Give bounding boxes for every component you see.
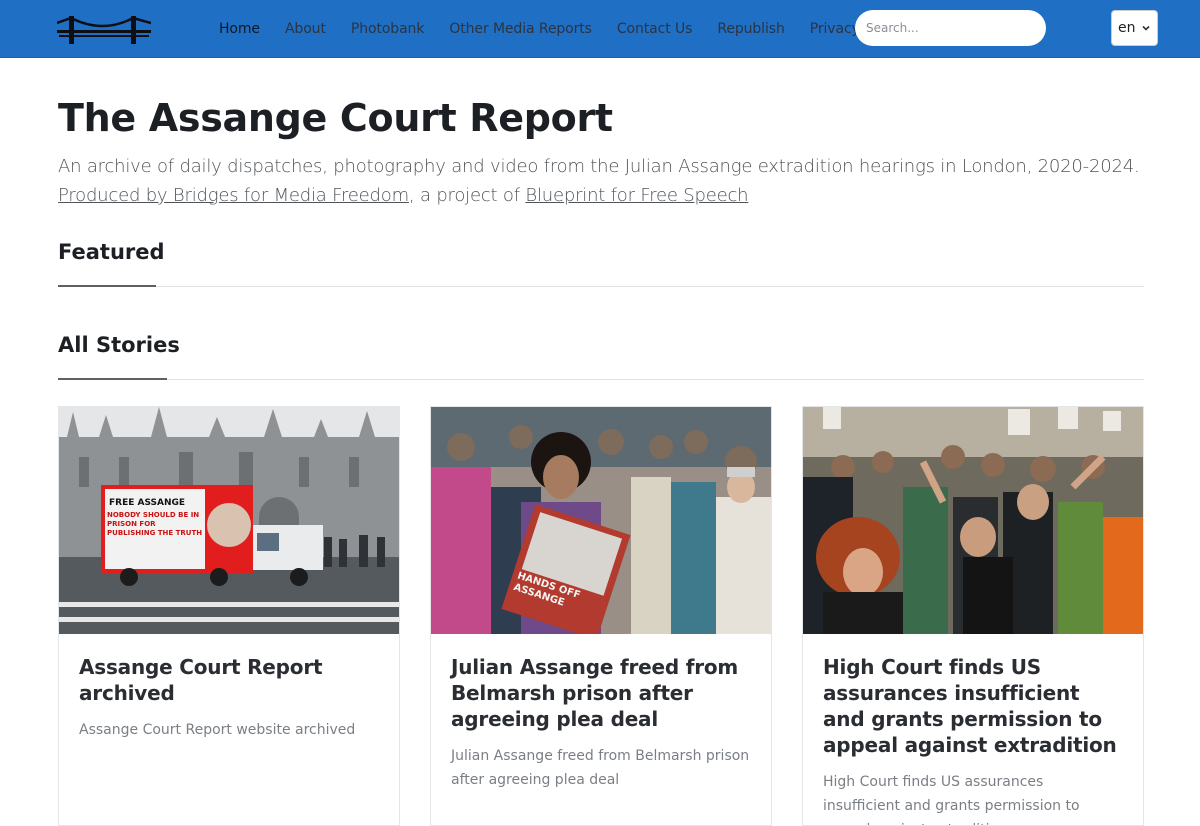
navbar: Home About Photobank Other Media Reports…: [0, 0, 1200, 58]
language-select[interactable]: en: [1111, 10, 1158, 46]
story-title[interactable]: Assange Court Report archived: [79, 654, 379, 706]
nav-link-photobank[interactable]: Photobank: [351, 21, 425, 37]
story-card[interactable]: FREE ASSANGE NOBODY SHOULD BE IN PRISON …: [58, 406, 400, 826]
story-card[interactable]: HANDS OFF ASSANGE Julian Assange freed f…: [430, 406, 772, 826]
story-excerpt: Julian Assange freed from Belmarsh priso…: [451, 748, 750, 788]
language-value: en: [1118, 20, 1136, 36]
story-card-body: High Court finds US assurances insuffici…: [803, 634, 1143, 825]
nav-link-contact-us[interactable]: Contact Us: [617, 21, 693, 37]
story-title[interactable]: Julian Assange freed from Belmarsh priso…: [451, 654, 751, 732]
blueprint-link[interactable]: Blueprint for Free Speech: [525, 185, 748, 206]
nav-link-other-media-reports[interactable]: Other Media Reports: [449, 21, 592, 37]
story-image-celebrating-crowd[interactable]: [803, 407, 1143, 634]
nav-link-about[interactable]: About: [285, 21, 326, 37]
chevron-down-icon: [1141, 25, 1150, 31]
nav-link-home[interactable]: Home: [219, 21, 260, 37]
all-stories-divider: [58, 379, 1144, 380]
bridge-logo-icon[interactable]: [57, 14, 151, 46]
lead-text: An archive of daily dispatches, photogra…: [58, 156, 1140, 177]
main-nav: Home About Photobank Other Media Reports…: [219, 0, 885, 57]
project-of-text: , a project of: [408, 185, 526, 206]
all-stories-heading: All Stories: [58, 333, 180, 357]
search-input[interactable]: [855, 10, 1046, 46]
all-stories-underline: [58, 378, 167, 380]
story-card[interactable]: High Court finds US assurances insuffici…: [802, 406, 1144, 826]
story-title[interactable]: High Court finds US assurances insuffici…: [823, 654, 1123, 758]
featured-divider: [58, 286, 1144, 287]
nav-link-republish[interactable]: Republish: [717, 21, 785, 37]
truck-sign-line2: NOBODY SHOULD BE IN PRISON FOR PUBLISHIN…: [107, 511, 203, 537]
produced-by-link[interactable]: Produced by Bridges for Media Freedom: [58, 185, 409, 206]
truck-sign-line1: FREE ASSANGE: [109, 498, 185, 508]
nav-link-privacy[interactable]: Privacy: [810, 21, 860, 37]
story-card-body: Assange Court Report archived Assange Co…: [59, 634, 399, 742]
story-image-truck-billboard[interactable]: FREE ASSANGE NOBODY SHOULD BE IN PRISON …: [59, 407, 399, 634]
featured-heading: Featured: [58, 240, 165, 264]
story-excerpt: Assange Court Report website archived: [79, 722, 356, 738]
story-excerpt: High Court finds US assurances insuffici…: [823, 774, 1080, 825]
page-lead: An archive of daily dispatches, photogra…: [58, 152, 1158, 210]
story-card-body: Julian Assange freed from Belmarsh priso…: [431, 634, 771, 792]
story-image-protest-placard[interactable]: HANDS OFF ASSANGE: [431, 407, 771, 634]
page-title: The Assange Court Report: [58, 96, 613, 140]
featured-underline: [58, 285, 156, 287]
